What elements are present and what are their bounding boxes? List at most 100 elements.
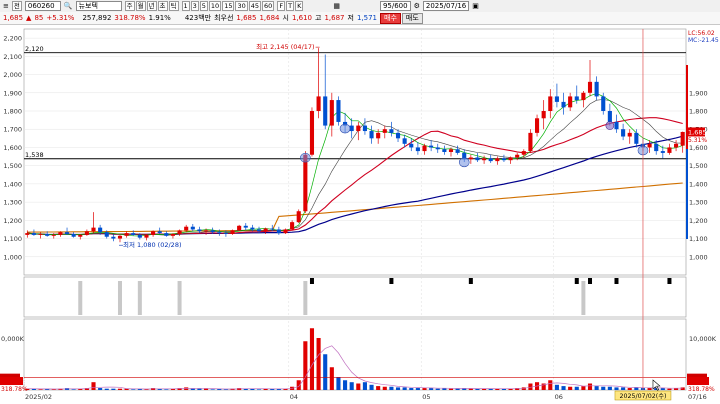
chart-icon-k[interactable]: K bbox=[295, 1, 304, 11]
volume-bar bbox=[223, 389, 228, 390]
high-price: 1,687 bbox=[324, 14, 345, 22]
candle-body bbox=[71, 234, 76, 237]
data-counter[interactable]: 95/600 bbox=[379, 1, 411, 11]
volume-left-rate: 318.78% bbox=[1, 386, 28, 393]
candle-body bbox=[568, 96, 573, 108]
volume-bar bbox=[468, 388, 473, 390]
chart-type-icon[interactable]: ▦ bbox=[333, 1, 340, 11]
chart-icon-f[interactable]: F bbox=[277, 1, 286, 11]
chart-icon-t[interactable]: T bbox=[286, 1, 295, 11]
right-tick-label: 1,600 bbox=[689, 144, 708, 152]
signal-mark bbox=[588, 278, 593, 284]
period-week[interactable]: 주 bbox=[124, 1, 135, 11]
market-select[interactable]: 전 bbox=[11, 1, 22, 11]
y-tick-label: 1,700 bbox=[3, 126, 22, 134]
volume-bar bbox=[164, 389, 169, 390]
low-annotation: 최저 1,080 (02/28) bbox=[123, 240, 182, 249]
volume-bar bbox=[343, 380, 348, 390]
period-month[interactable]: 월 bbox=[135, 1, 146, 11]
x-tick-label: 06 bbox=[555, 393, 563, 401]
candle-body bbox=[104, 232, 109, 237]
candle-body bbox=[501, 158, 507, 161]
candle-body bbox=[316, 96, 321, 111]
stock-code-input[interactable]: 060260 bbox=[24, 1, 61, 11]
candle-body bbox=[164, 233, 169, 236]
settings-icon[interactable]: ⚙ bbox=[414, 1, 420, 11]
volume-bar bbox=[91, 382, 96, 390]
volume: 257,892 bbox=[82, 14, 112, 22]
candle-body bbox=[475, 157, 480, 161]
buy-button[interactable]: 매수 bbox=[380, 12, 401, 24]
candle-body bbox=[627, 132, 632, 137]
candle-body bbox=[184, 226, 189, 231]
menu-icon[interactable]: ≡ bbox=[3, 1, 9, 11]
y-tick-label: 1,100 bbox=[3, 235, 22, 243]
minute-60[interactable]: 60 bbox=[262, 1, 275, 11]
quote-bar: 1,685 ▲ 85 +5.31% 257,892 318.78% 1.91% … bbox=[0, 12, 720, 25]
signal-bar bbox=[117, 281, 122, 315]
minute-3[interactable]: 3 bbox=[190, 1, 199, 11]
candle-body bbox=[508, 157, 513, 161]
candle-body bbox=[534, 118, 540, 133]
candle-body bbox=[395, 132, 401, 139]
candle-body bbox=[223, 233, 228, 234]
candle-body bbox=[144, 234, 149, 238]
minute-30[interactable]: 30 bbox=[235, 1, 248, 11]
volume-bar bbox=[336, 377, 341, 390]
minute-15[interactable]: 15 bbox=[222, 1, 235, 11]
candle-body bbox=[581, 92, 586, 101]
date-input[interactable]: 2025/07/16 bbox=[422, 1, 470, 11]
price-change: 85 bbox=[34, 14, 44, 22]
candle-body bbox=[541, 111, 546, 119]
trade-amount: 423백만 bbox=[184, 14, 212, 22]
minute-5[interactable]: 5 bbox=[199, 1, 208, 11]
volume-bar bbox=[429, 388, 434, 390]
volume-bar bbox=[607, 386, 612, 390]
candle-body bbox=[91, 227, 96, 232]
signal-mark bbox=[574, 278, 579, 284]
open-price: 1,610 bbox=[291, 14, 312, 22]
volume-bar bbox=[561, 386, 566, 390]
volume-bar bbox=[621, 387, 626, 390]
candle-body bbox=[250, 227, 255, 230]
stock-chart[interactable]: 2,200 2,100 2,000 1,900 1,800 1,700 1,600 1,500… bbox=[0, 25, 720, 404]
volume-bar bbox=[256, 389, 262, 390]
candle-body bbox=[369, 131, 374, 139]
x-tick-label: 07/16 bbox=[688, 393, 707, 401]
volume-left-top: 0,000K bbox=[1, 335, 25, 343]
right-tick-label: 1,900 bbox=[689, 89, 708, 97]
volume-bar bbox=[660, 388, 665, 390]
up-arrow-icon: ▲ bbox=[26, 14, 32, 22]
volume-bar bbox=[197, 388, 202, 390]
signal-bar bbox=[177, 281, 182, 315]
period-tick[interactable]: 틱 bbox=[168, 1, 179, 11]
y-tick-label: 2,200 bbox=[3, 35, 22, 43]
candle-body bbox=[276, 229, 281, 234]
volume-bar bbox=[581, 386, 586, 390]
candle-body bbox=[634, 132, 639, 144]
period-second[interactable]: 초 bbox=[157, 1, 168, 11]
calendar-icon[interactable]: ▣ bbox=[472, 1, 479, 11]
sell-button[interactable]: 매도 bbox=[401, 12, 423, 24]
minute-1[interactable]: 1 bbox=[181, 1, 190, 11]
candle-body bbox=[488, 158, 493, 162]
candle-body bbox=[329, 100, 334, 126]
candle-body bbox=[402, 138, 407, 144]
search-icon[interactable]: 🔍 bbox=[64, 1, 73, 11]
right-tick-label: 1,300 bbox=[689, 199, 708, 207]
high-label: 고 bbox=[315, 14, 322, 22]
candle-body bbox=[362, 125, 367, 132]
minute-45[interactable]: 45 bbox=[248, 1, 262, 11]
reference-line-label: 2,120 bbox=[25, 45, 44, 53]
minute-10[interactable]: 10 bbox=[208, 1, 222, 11]
volume-bar bbox=[554, 384, 559, 390]
candle-body bbox=[422, 145, 427, 152]
candle-body bbox=[647, 143, 652, 148]
period-year[interactable]: 년 bbox=[146, 1, 157, 11]
candle-body bbox=[190, 226, 195, 230]
candle-body bbox=[680, 131, 685, 146]
volume-bar bbox=[422, 388, 427, 390]
y-tick-label: 1,200 bbox=[3, 217, 22, 225]
candle-body bbox=[290, 222, 295, 230]
volume-bar bbox=[98, 388, 103, 390]
